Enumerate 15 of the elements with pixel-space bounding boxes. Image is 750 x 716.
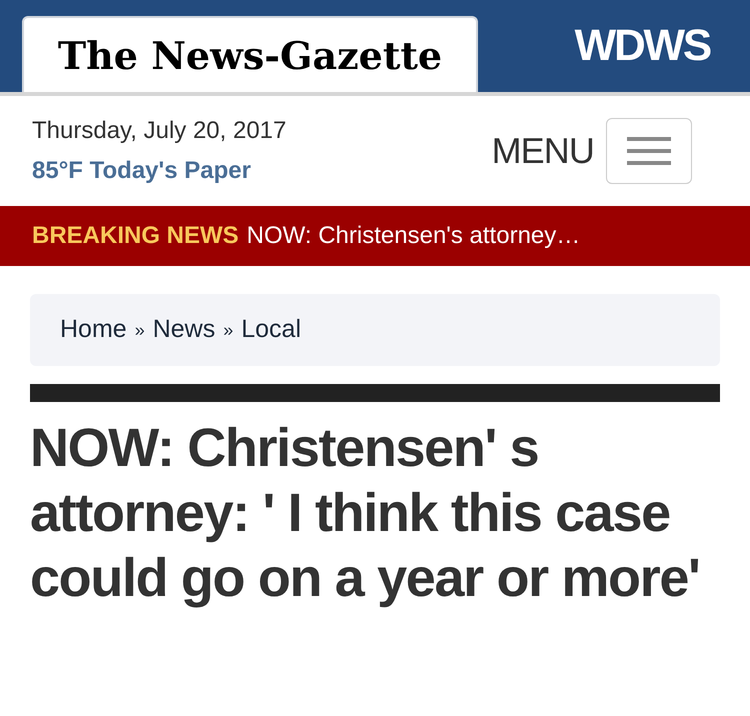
menu-icon [627,136,671,166]
breadcrumb-link[interactable]: Home [60,311,127,349]
breadcrumb-separator: » [134,318,145,342]
date-text: Thursday, July 20, 2017 [32,116,286,146]
breadcrumb-link[interactable]: Local [241,311,301,349]
todays-paper-link[interactable]: 85°F Today's Paper [32,153,286,189]
breadcrumb-link[interactable]: News [152,311,216,349]
article-title: NOW: Christensen' s attorney: ' I think this case could go on a year or more' [30,417,701,610]
menu-button[interactable] [606,118,692,184]
logo[interactable]: The News-Gazette [22,16,478,92]
breaking-news-label: BREAKING NEWS [32,221,239,251]
breaking-news-link[interactable]: NOW: Christensen's attorney… [246,218,580,254]
menu-label: MENU [492,129,594,173]
station-link[interactable]: WDWS [574,13,710,79]
breadcrumb-separator: » [223,318,234,342]
